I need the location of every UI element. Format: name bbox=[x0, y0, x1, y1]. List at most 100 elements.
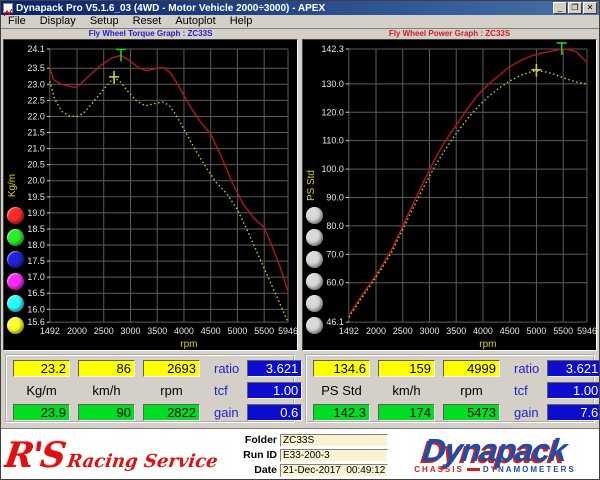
speed-ref-value: 159 bbox=[378, 360, 435, 377]
ratio-label: ratio bbox=[508, 361, 539, 376]
x-tick-label: 4500 bbox=[500, 326, 520, 336]
y-tick-label: 19.5 bbox=[27, 192, 44, 202]
menu-reset[interactable]: Reset bbox=[126, 15, 169, 28]
tcf-label: tcf bbox=[208, 383, 239, 398]
speed-unit-label: km/h bbox=[378, 383, 435, 398]
y-tick-label: 110.0 bbox=[322, 136, 344, 146]
power-graph-title: Fly Wheel Power Graph : ZC33S bbox=[302, 29, 597, 39]
window-title: Dynapack Pro V5.1.6_03 (4WD - Motor Vehi… bbox=[13, 2, 552, 15]
power-readout-panel: 134.6 159 4999 ratio 3.621 PS Std km/h r… bbox=[305, 354, 595, 423]
channel-button[interactable] bbox=[7, 295, 24, 312]
run-id-label: Run ID bbox=[233, 449, 277, 461]
rpm-ref-value: 2693 bbox=[143, 360, 200, 377]
torque-current-value: 23.9 bbox=[13, 404, 70, 421]
dynapack-dash-icon bbox=[467, 468, 480, 471]
channel-button[interactable] bbox=[7, 229, 24, 246]
x-tick-label: 3500 bbox=[147, 326, 167, 336]
torque-ref-value: 23.2 bbox=[13, 360, 70, 377]
rpm-unit-label: rpm bbox=[443, 383, 500, 398]
y-tick-label: 18.0 bbox=[27, 240, 44, 250]
rs-racing-service-logo: R'SRacing Service bbox=[2, 435, 236, 476]
gain-label: gain bbox=[508, 405, 539, 420]
torque-graph-panel: Fly Wheel Torque Graph : ZC33S 149220002… bbox=[3, 29, 298, 350]
rpm-current-value: 2822 bbox=[143, 404, 200, 421]
close-button[interactable]: ✕ bbox=[583, 2, 597, 14]
date-label: Date bbox=[233, 464, 277, 476]
menu-help[interactable]: Help bbox=[223, 15, 260, 28]
folder-label: Folder bbox=[233, 434, 277, 446]
menu-bar: File Display Setup Reset Autoplot Help bbox=[1, 15, 599, 28]
date-input[interactable] bbox=[280, 464, 388, 477]
gain-value: 7.6 bbox=[547, 404, 600, 421]
run-id-field-row: Run ID bbox=[233, 449, 395, 462]
x-tick-label: 2000 bbox=[366, 326, 386, 336]
restore-button[interactable]: ❐ bbox=[568, 2, 582, 14]
x-tick-label: 2000 bbox=[67, 326, 87, 336]
gain-value: 0.6 bbox=[247, 404, 302, 421]
menu-autoplot[interactable]: Autoplot bbox=[168, 15, 222, 28]
channel-button[interactable] bbox=[306, 317, 323, 334]
channel-button[interactable] bbox=[306, 207, 323, 224]
speed-unit-label: km/h bbox=[78, 383, 135, 398]
graphs-area: Fly Wheel Torque Graph : ZC33S 149220002… bbox=[1, 28, 599, 350]
folder-field-row: Folder bbox=[233, 434, 395, 447]
torque-readout-panel: 23.2 86 2693 ratio 3.621 Kg/m km/h rpm t… bbox=[5, 354, 295, 423]
channel-button[interactable] bbox=[7, 207, 24, 224]
x-tick-label: 5946 bbox=[577, 326, 596, 336]
y-tick-label: 21.5 bbox=[27, 128, 44, 138]
y-tick-label: 24.1 bbox=[27, 44, 44, 54]
power-graph-plot[interactable]: 1492200025003000350040004500500055005946… bbox=[302, 39, 597, 351]
power-channel-buttons bbox=[306, 207, 323, 334]
y-tick-label: 19.0 bbox=[27, 208, 44, 218]
speed-current-value: 90 bbox=[78, 404, 135, 421]
torque-channel-buttons bbox=[7, 207, 24, 334]
y-tick-label: 23.0 bbox=[27, 79, 44, 89]
y-tick-label: 142.3 bbox=[321, 44, 343, 54]
y-tick-label: 46.1 bbox=[326, 317, 343, 327]
date-field-row: Date bbox=[233, 464, 395, 477]
torque-chart[interactable]: 1492200025003000350040004500500055005946… bbox=[4, 40, 297, 350]
y-tick-label: 20.0 bbox=[27, 176, 44, 186]
folder-input[interactable] bbox=[280, 434, 388, 447]
x-tick-label: 5000 bbox=[227, 326, 247, 336]
channel-button[interactable] bbox=[306, 251, 323, 268]
y-axis-title: Kg/m bbox=[7, 174, 18, 197]
x-tick-label: 4000 bbox=[174, 326, 194, 336]
channel-button[interactable] bbox=[7, 317, 24, 334]
torque-graph-plot[interactable]: 1492200025003000350040004500500055005946… bbox=[3, 39, 298, 351]
menu-setup[interactable]: Setup bbox=[83, 15, 126, 28]
channel-button[interactable] bbox=[7, 251, 24, 268]
x-tick-label: 3000 bbox=[121, 326, 141, 336]
power-chart[interactable]: 1492200025003000350040004500500055005946… bbox=[303, 40, 596, 350]
rpm-unit-label: rpm bbox=[143, 383, 200, 398]
run-id-input[interactable] bbox=[280, 449, 388, 462]
channel-button[interactable] bbox=[306, 229, 323, 246]
y-tick-label: 90.0 bbox=[326, 192, 343, 202]
x-tick-label: 4000 bbox=[473, 326, 493, 336]
power-unit-label: PS Std bbox=[313, 383, 370, 398]
rs-logo-main: R'S bbox=[2, 435, 67, 476]
current-run-power-curve bbox=[349, 49, 587, 315]
menu-file[interactable]: File bbox=[1, 15, 33, 28]
y-tick-label: 70.0 bbox=[326, 249, 343, 259]
torque-unit-label: Kg/m bbox=[13, 383, 70, 398]
reference-run-torque-curve bbox=[50, 78, 288, 322]
channel-button[interactable] bbox=[306, 295, 323, 312]
x-axis-title: rpm bbox=[479, 339, 496, 350]
rpm-ref-value: 4999 bbox=[443, 360, 500, 377]
y-tick-label: 21.0 bbox=[27, 144, 44, 154]
channel-button[interactable] bbox=[306, 273, 323, 290]
channel-button[interactable] bbox=[7, 273, 24, 290]
power-graph-panel: Fly Wheel Power Graph : ZC33S 1492200025… bbox=[302, 29, 597, 350]
minimize-button[interactable]: _ bbox=[553, 2, 567, 14]
dynapack-wordmark: Dynapack bbox=[422, 435, 568, 465]
app-window: Dynapack Pro V5.1.6_03 (4WD - Motor Vehi… bbox=[0, 0, 600, 480]
title-bar[interactable]: Dynapack Pro V5.1.6_03 (4WD - Motor Vehi… bbox=[1, 1, 599, 15]
ratio-value: 3.621 bbox=[247, 360, 302, 377]
tcf-value: 1.00 bbox=[547, 382, 600, 399]
menu-display[interactable]: Display bbox=[33, 15, 83, 28]
x-tick-label: 1492 bbox=[40, 326, 60, 336]
x-tick-label: 5500 bbox=[254, 326, 274, 336]
x-tick-label: 5500 bbox=[553, 326, 573, 336]
y-tick-label: 16.0 bbox=[27, 304, 44, 314]
